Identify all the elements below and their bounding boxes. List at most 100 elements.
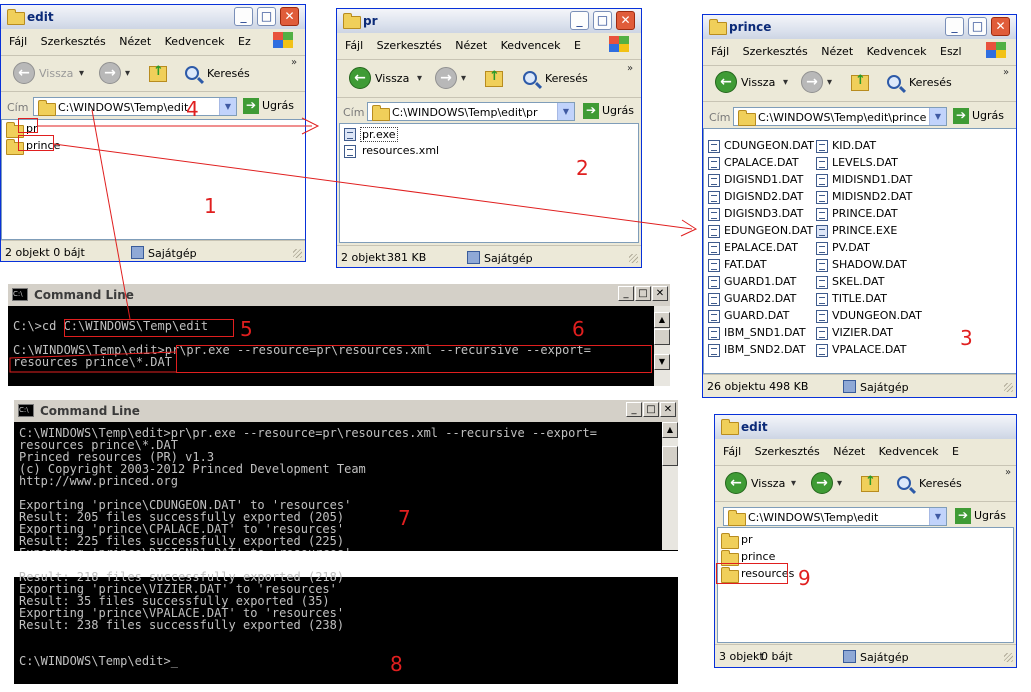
menu-file[interactable]: Fájl [9,35,27,48]
minimize-button[interactable]: _ [234,7,253,26]
up-folder-icon[interactable] [861,474,879,492]
minimize-button[interactable]: _ [626,402,642,417]
search-icon[interactable] [897,476,911,490]
scroll-up-icon[interactable]: ▲ [662,422,678,438]
title-bar[interactable]: C:\ Command Line _ □ ✕ [8,284,670,306]
address-field[interactable]: C:\WINDOWS\Temp\edit\prince ▼ [733,107,947,126]
forward-button[interactable]: → [99,62,121,84]
menu-favorites[interactable]: Kedvencek [879,445,939,458]
resize-grip[interactable] [293,249,302,258]
go-button[interactable]: ➔ Ugrás [583,103,634,119]
menu-file[interactable]: Fájl [723,445,741,458]
address-field[interactable]: C:\WINDOWS\Temp\edit\pr ▼ [367,102,575,121]
go-button[interactable]: ➔ Ugrás [243,98,294,114]
menu-view[interactable]: Nézet [821,45,853,58]
menu-favorites[interactable]: Kedvencek [501,39,561,52]
go-button[interactable]: ➔ Ugrás [953,108,1004,124]
minimize-button[interactable]: _ [570,11,589,30]
minimize-button[interactable]: _ [618,286,634,301]
menu-more[interactable]: Ez [238,35,251,48]
scroll-up-icon[interactable]: ▲ [654,312,670,328]
go-button[interactable]: ➔ Ugrás [955,508,1006,524]
search-button[interactable]: Keresés [909,76,952,89]
status-bar: 2 objekt 0 bájt Sajátgép [1,240,305,261]
close-button[interactable]: ✕ [280,7,299,26]
title-bar[interactable]: edit _ □ ✕ [1,5,305,29]
back-label: Vissza [741,76,776,89]
title-bar[interactable]: pr _ □ ✕ [337,9,641,33]
address-dropdown-icon[interactable]: ▼ [929,508,946,525]
up-folder-icon[interactable] [851,73,869,91]
menu-file[interactable]: Fájl [711,45,729,58]
back-dropdown-icon[interactable]: ▾ [783,77,788,88]
back-dropdown-icon[interactable]: ▾ [79,68,84,79]
back-button[interactable]: ← [13,62,35,84]
forward-dropdown-icon[interactable]: ▾ [827,77,832,88]
maximize-button[interactable]: □ [635,286,651,301]
close-button[interactable]: ✕ [652,286,668,301]
address-field[interactable]: C:\WINDOWS\Temp\edit ▼ [723,507,947,526]
address-dropdown-icon[interactable]: ▼ [219,98,236,115]
menu-view[interactable]: Nézet [119,35,151,48]
maximize-button[interactable]: □ [968,17,987,36]
menu-edit[interactable]: Szerkesztés [755,445,820,458]
menu-more[interactable]: E [574,39,581,52]
search-icon[interactable] [523,71,537,85]
maximize-button[interactable]: □ [593,11,612,30]
scroll-down-icon[interactable]: ▼ [654,354,670,370]
folder-icon [343,13,361,29]
back-button[interactable]: ← [725,472,747,494]
console-output-bottom[interactable]: Result: 218 files successfully exported … [14,571,662,684]
maximize-button[interactable]: □ [643,402,659,417]
up-folder-icon[interactable] [149,64,167,82]
forward-button[interactable]: → [811,472,833,494]
menu-more[interactable]: Eszl [940,45,962,58]
up-folder-icon[interactable] [485,69,503,87]
forward-dropdown-icon[interactable]: ▾ [461,73,466,84]
back-button[interactable]: ← [715,71,737,93]
close-button[interactable]: ✕ [660,402,676,417]
menu-favorites[interactable]: Kedvencek [165,35,225,48]
search-button[interactable]: Keresés [207,67,250,80]
menu-edit[interactable]: Szerkesztés [377,39,442,52]
menu-edit[interactable]: Szerkesztés [41,35,106,48]
close-button[interactable]: ✕ [616,11,635,30]
title-bar[interactable]: C:\ Command Line _ □ ✕ [14,400,678,422]
search-icon[interactable] [887,75,901,89]
back-dropdown-icon[interactable]: ▾ [417,73,422,84]
search-icon[interactable] [185,66,199,80]
close-button[interactable]: ✕ [991,17,1010,36]
maximize-button[interactable]: □ [257,7,276,26]
forward-dropdown-icon[interactable]: ▾ [125,68,130,79]
dat-file-icon [816,208,828,221]
status-count: 3 objekt [719,650,764,663]
title-bar[interactable]: prince _ □ ✕ [703,15,1016,39]
address-field[interactable]: C:\WINDOWS\Temp\edit ▼ [33,97,237,116]
vertical-scrollbar[interactable]: ▲ ▼ [654,306,670,386]
menu-favorites[interactable]: Kedvencek [867,45,927,58]
forward-button[interactable]: → [801,71,823,93]
address-dropdown-icon[interactable]: ▼ [557,103,574,120]
vertical-scrollbar[interactable]: ▲ [662,422,678,550]
forward-dropdown-icon[interactable]: ▾ [837,478,842,489]
menu-file[interactable]: Fájl [345,39,363,52]
menu-view[interactable]: Nézet [833,445,865,458]
forward-button[interactable]: → [435,67,457,89]
resize-grip[interactable] [629,254,638,263]
minimize-button[interactable]: _ [945,17,964,36]
back-dropdown-icon[interactable]: ▾ [791,478,796,489]
menu-more[interactable]: E [952,445,959,458]
console-output-top[interactable]: C:\WINDOWS\Temp\edit>pr\pr.exe --resourc… [14,422,662,551]
file-list: pr.exe resources.xml [339,123,639,243]
resize-grip[interactable] [1004,383,1013,392]
menu-edit[interactable]: Szerkesztés [743,45,808,58]
scroll-thumb[interactable] [654,329,670,345]
address-dropdown-icon[interactable]: ▼ [929,108,946,125]
back-button[interactable]: ← [349,67,371,89]
search-button[interactable]: Keresés [545,72,588,85]
search-button[interactable]: Keresés [919,477,962,490]
title-bar[interactable]: edit [715,415,1016,439]
scroll-thumb[interactable] [662,446,678,466]
resize-grip[interactable] [1004,653,1013,662]
menu-view[interactable]: Nézet [455,39,487,52]
